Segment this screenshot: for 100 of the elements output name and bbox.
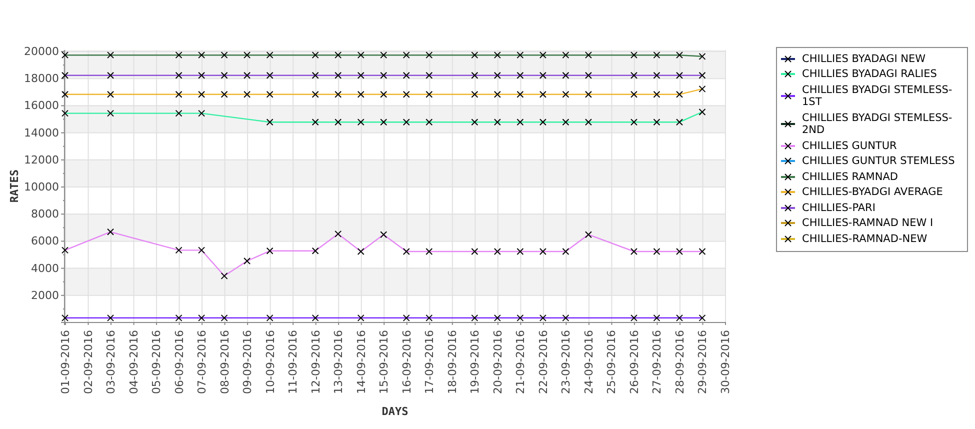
data-point: [539, 52, 546, 59]
data-point: [220, 272, 228, 280]
data-point: [516, 72, 524, 79]
data-point: [334, 230, 342, 238]
x-tick-label: 03-09-2016: [104, 330, 118, 394]
data-point: [494, 52, 501, 59]
data-point: [471, 90, 478, 98]
data-point: [198, 90, 206, 98]
data-point: [220, 90, 228, 98]
data-point: [402, 314, 410, 322]
data-point: [357, 72, 364, 79]
x-tick-label: 08-09-2016: [218, 330, 232, 394]
data-point: [698, 108, 706, 116]
y-tick-label: 16000: [24, 99, 59, 112]
data-point: [334, 90, 342, 98]
x-tick-label: 20-09-2016: [491, 330, 504, 394]
data-point: [584, 72, 592, 79]
data-point: [630, 52, 638, 59]
legend-label: CHILLIES RAMNAD: [802, 170, 898, 183]
data-point: [630, 314, 638, 322]
x-tick-label: 01-09-2016: [59, 330, 72, 394]
y-tick-label: 10000: [24, 180, 59, 194]
data-point: [471, 314, 478, 322]
data-point: [494, 90, 501, 98]
data-point: [175, 52, 182, 59]
data-point: [312, 90, 319, 98]
data-point: [676, 52, 683, 59]
data-point: [402, 248, 410, 256]
x-tick-label: 17-09-2016: [423, 330, 436, 394]
data-point: [539, 248, 546, 256]
legend-label: CHILLIES-PARI: [802, 202, 876, 214]
data-point: [653, 118, 660, 126]
data-point: [62, 90, 68, 98]
data-point: [380, 231, 388, 238]
data-point: [266, 90, 274, 98]
data-point: [471, 52, 478, 59]
x-tick-label: 26-09-2016: [628, 330, 641, 394]
data-point: [698, 248, 706, 256]
legend-label: CHILLIES BYADGI STEMLESS-1ST: [802, 84, 954, 108]
x-tick-label: 21-09-2016: [514, 330, 528, 394]
data-point: [334, 118, 342, 126]
data-point: [471, 248, 478, 256]
data-point: [62, 52, 68, 59]
x-tick-label: 07-09-2016: [196, 330, 209, 394]
data-point: [698, 72, 706, 79]
data-point: [198, 52, 206, 59]
data-point: [220, 52, 228, 59]
data-point: [107, 228, 114, 236]
data-point: [539, 72, 546, 79]
x-tick-label: 05-09-2016: [150, 330, 164, 394]
data-point: [380, 72, 388, 79]
data-point: [676, 118, 683, 126]
y-tick-label: 14000: [24, 126, 59, 140]
data-point: [107, 90, 114, 98]
data-point: [516, 314, 524, 322]
data-point: [402, 90, 410, 98]
data-point: [494, 314, 501, 322]
data-point: [584, 231, 592, 238]
data-point: [266, 118, 274, 126]
x-tick-label: 25-09-2016: [605, 330, 618, 394]
data-point: [266, 314, 274, 322]
data-point: [584, 90, 592, 98]
data-point: [198, 72, 206, 79]
legend-label: CHILLIES BYADGI STEMLESS-2ND: [802, 112, 954, 136]
data-point: [334, 52, 342, 59]
y-tick-label: 2000: [31, 288, 59, 302]
data-point: [539, 90, 546, 98]
data-point: [266, 247, 274, 254]
data-point: [676, 72, 683, 79]
data-point: [676, 90, 683, 98]
data-point: [266, 52, 274, 59]
legend-label: CHILLIES BYADAGI RALIES: [802, 68, 937, 80]
data-point: [220, 72, 228, 79]
data-point: [653, 90, 660, 98]
data-point: [107, 314, 114, 322]
data-point: [62, 314, 68, 322]
legend-label: CHILLIES-RAMNAD-NEW: [802, 232, 928, 245]
data-point: [584, 52, 592, 59]
legend-label: CHILLIES BYADAGI NEW: [802, 52, 926, 65]
data-point: [562, 52, 570, 59]
data-point: [539, 118, 546, 126]
data-point: [426, 90, 433, 98]
data-point: [494, 248, 501, 256]
data-point: [244, 90, 251, 98]
data-point: [62, 110, 68, 117]
data-point: [471, 118, 478, 126]
data-point: [698, 52, 706, 60]
data-point: [334, 72, 342, 79]
data-point: [175, 246, 182, 254]
x-tick-label: 09-09-2016: [241, 330, 254, 394]
y-tick-label: 18000: [24, 72, 59, 86]
data-point: [175, 90, 182, 98]
legend-label: CHILLIES GUNTUR STEMLESS: [802, 155, 955, 168]
data-point: [676, 314, 683, 322]
data-point: [630, 248, 638, 256]
x-tick-label: 10-09-2016: [264, 330, 277, 394]
data-point: [676, 248, 683, 256]
data-point: [653, 314, 660, 322]
data-point: [357, 118, 364, 126]
data-point: [312, 118, 319, 126]
